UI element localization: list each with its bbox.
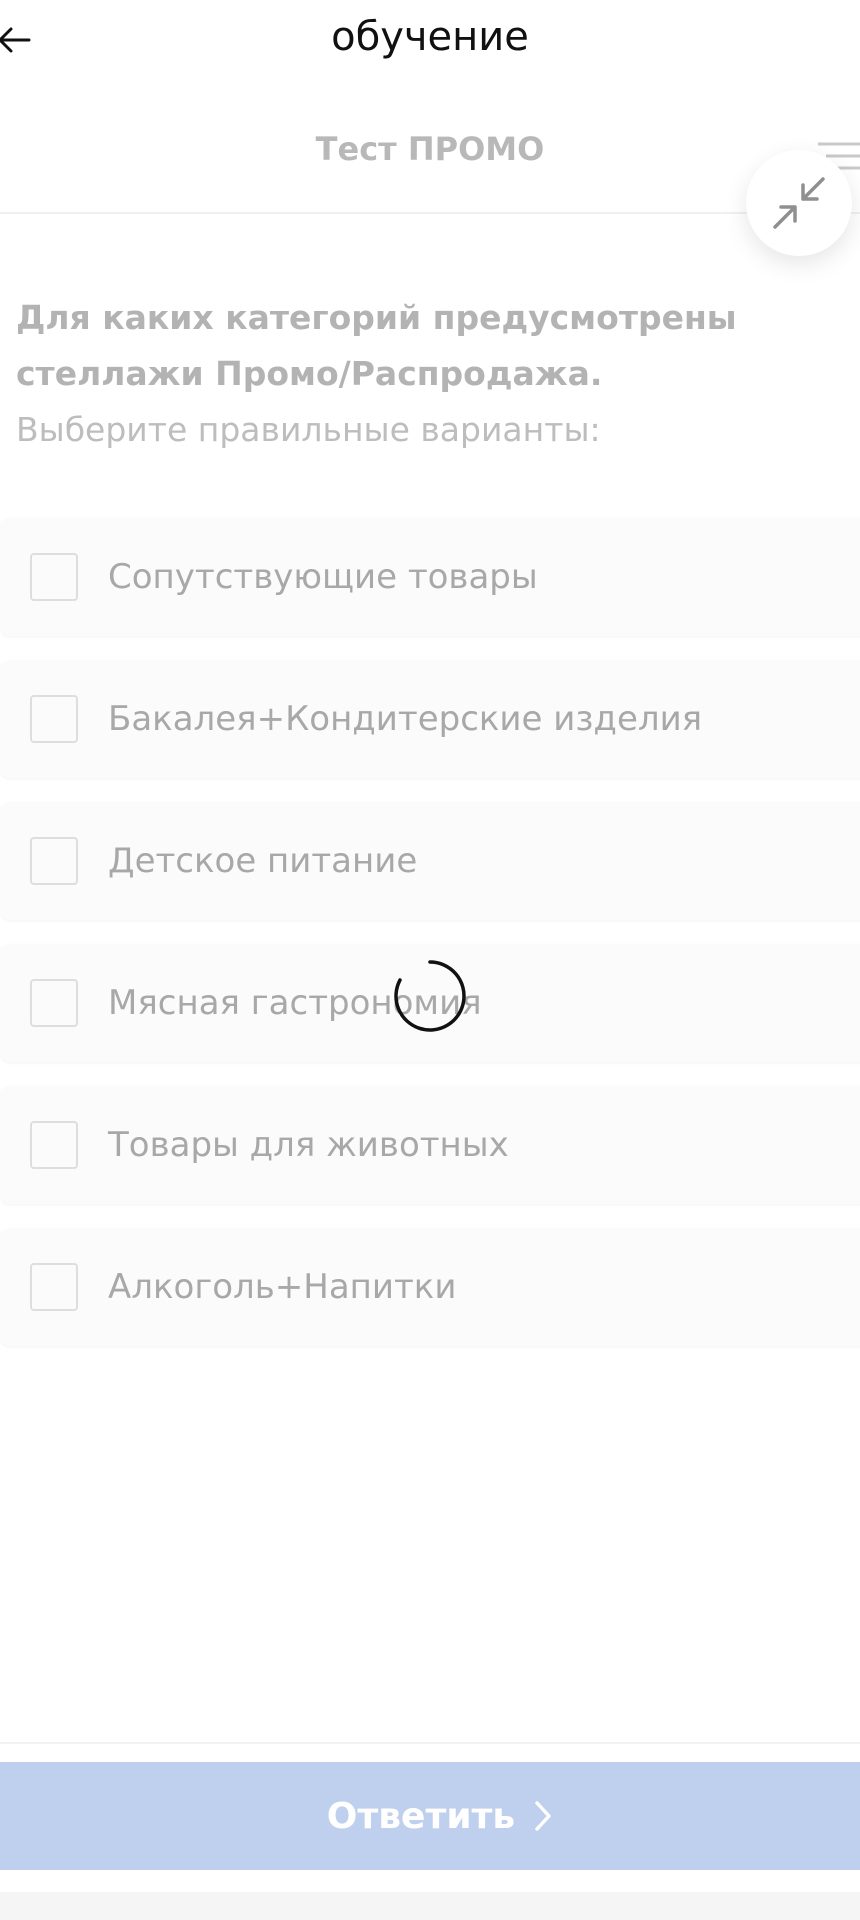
answer-option[interactable]: Детское питание bbox=[0, 802, 860, 920]
answer-option[interactable]: Бакалея+Кондитерские изделия bbox=[0, 660, 860, 778]
question-text: Для каких категорий предусмотрены стелла… bbox=[16, 298, 737, 393]
answer-option[interactable]: Алкоголь+Напитки bbox=[0, 1228, 860, 1346]
option-label: Алкоголь+Напитки bbox=[108, 1267, 457, 1307]
option-checkbox[interactable] bbox=[30, 1121, 78, 1169]
collapse-button[interactable] bbox=[746, 150, 852, 256]
page-title: обучение bbox=[331, 14, 529, 60]
chevron-right-icon bbox=[533, 1799, 553, 1833]
test-title: Тест ПРОМО bbox=[315, 130, 545, 168]
option-label: Бакалея+Кондитерские изделия bbox=[108, 699, 703, 739]
option-label: Сопутствующие товары bbox=[108, 557, 538, 597]
option-checkbox[interactable] bbox=[30, 837, 78, 885]
collapse-arrows-icon bbox=[773, 177, 825, 229]
spinner-icon bbox=[394, 960, 466, 1032]
option-label: Товары для животных bbox=[108, 1125, 509, 1165]
system-nav-bar bbox=[0, 1892, 860, 1920]
answer-option[interactable]: Сопутствующие товары bbox=[0, 518, 860, 636]
option-checkbox[interactable] bbox=[30, 1263, 78, 1311]
option-checkbox[interactable] bbox=[30, 979, 78, 1027]
answer-button-label: Ответить bbox=[326, 1795, 516, 1837]
option-label: Детское питание bbox=[108, 841, 418, 881]
answer-button[interactable]: Ответить bbox=[0, 1762, 860, 1870]
question-block: Для каких категорий предусмотрены стелла… bbox=[16, 290, 836, 458]
bottom-divider bbox=[0, 1742, 860, 1744]
option-checkbox[interactable] bbox=[30, 553, 78, 601]
test-header: Тест ПРОМО bbox=[0, 100, 860, 214]
top-bar: обучение bbox=[0, 0, 860, 90]
question-instruction: Выберите правильные варианты: bbox=[16, 410, 601, 449]
option-checkbox[interactable] bbox=[30, 695, 78, 743]
answer-option[interactable]: Товары для животных bbox=[0, 1086, 860, 1204]
